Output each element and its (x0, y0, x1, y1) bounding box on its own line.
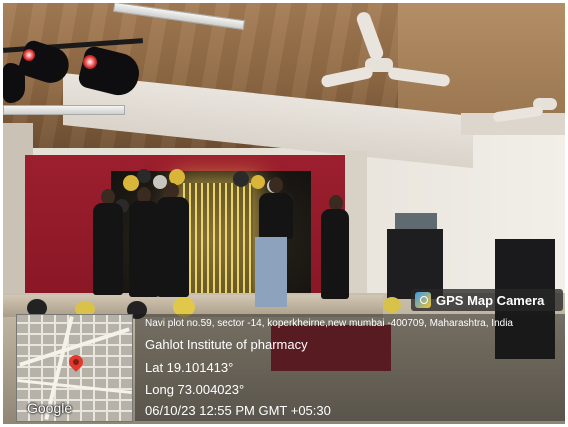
datetime-text: 06/10/23 12:55 PM GMT +05:30 (145, 403, 331, 418)
spotlight-lens (83, 55, 97, 69)
map-thumbnail: Google (16, 314, 133, 422)
event-photo: GPS Map Camera Google Navi plot no.59, s… (3, 3, 565, 424)
tube-light (3, 105, 125, 115)
dancer (157, 197, 189, 297)
dancer (93, 203, 123, 295)
latitude-text: Lat 19.101413° (145, 360, 234, 375)
dancer-jeans (255, 237, 287, 307)
spotlight-lens (23, 49, 35, 61)
dancer-head (269, 177, 283, 193)
stage-spotlight-icon (3, 63, 25, 103)
google-logo: Google (27, 400, 73, 416)
black-balloon (137, 169, 151, 183)
gps-map-camera-badge: GPS Map Camera (411, 289, 563, 311)
gold-balloon (383, 297, 401, 313)
dancer (259, 193, 293, 239)
dancer (321, 209, 349, 299)
address-text: Navi plot no.59, sector -14, koperkheirn… (145, 318, 513, 329)
place-name: Gahlot Institute of pharmacy (145, 337, 308, 352)
black-balloon (233, 171, 249, 187)
gps-map-camera-icon (415, 292, 431, 308)
gold-balloon (251, 175, 265, 189)
gps-app-name: GPS Map Camera (436, 292, 545, 308)
dancer (129, 201, 159, 297)
fairy-lights (183, 183, 253, 298)
longitude-text: Long 73.004023° (145, 382, 245, 397)
